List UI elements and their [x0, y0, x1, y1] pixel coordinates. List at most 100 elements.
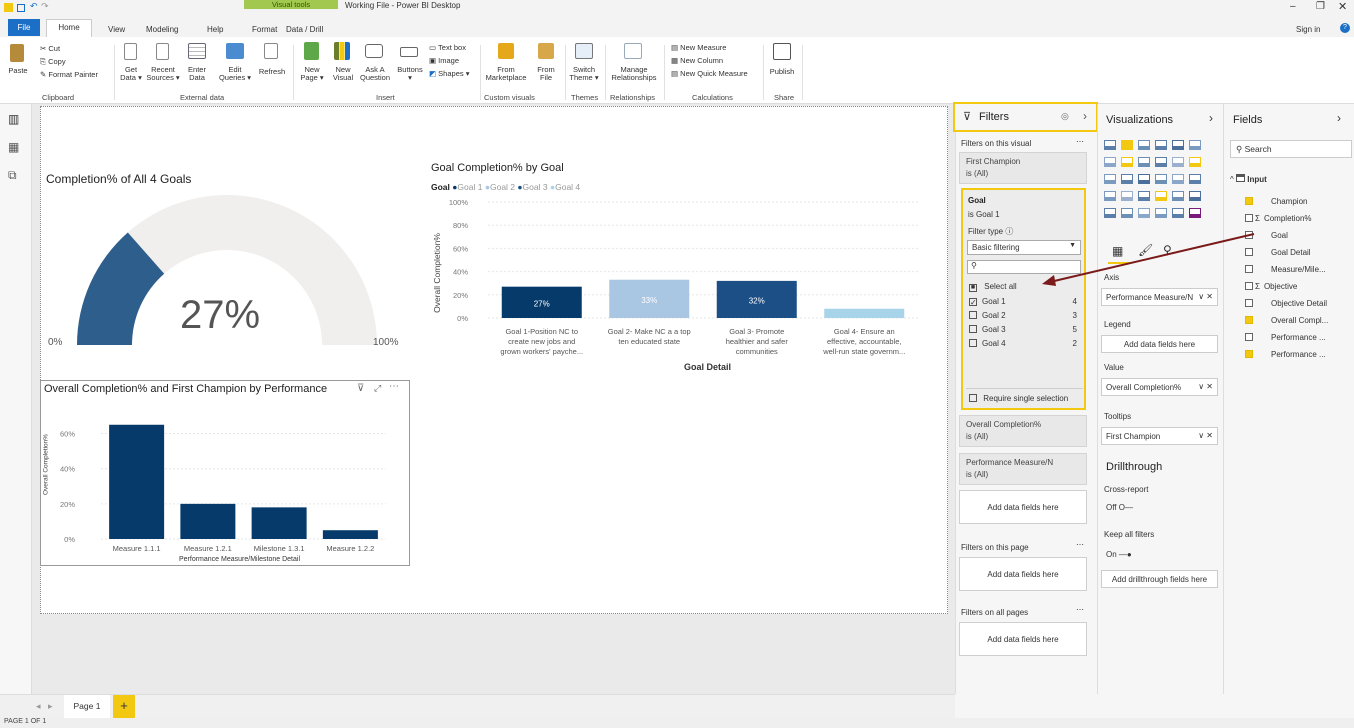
from-marketplace-button[interactable]: From Marketplace — [484, 66, 528, 82]
checkbox[interactable] — [969, 311, 977, 319]
format-painter-button[interactable]: ✎ Format Painter — [40, 71, 98, 79]
page-filter-drop-zone[interactable]: Add data fields here — [959, 557, 1087, 591]
visual-type-icon[interactable] — [1155, 174, 1167, 184]
restore-icon[interactable]: ❐ — [1316, 1, 1325, 12]
field-item[interactable]: Performance ... — [1245, 350, 1326, 359]
more-options-icon[interactable]: ⋯ — [1076, 540, 1084, 549]
filter-card-overall-completion[interactable]: Overall Completion% is (All) — [959, 415, 1087, 447]
visual-type-icon[interactable] — [1189, 157, 1201, 167]
new-column-button[interactable]: ▦ New Column — [671, 57, 723, 65]
visual-type-icon[interactable] — [1172, 140, 1184, 150]
goal-filter-item[interactable]: Goal 4 2 — [969, 339, 1081, 348]
more-options-icon[interactable]: ⋯ — [1076, 137, 1084, 146]
visual-type-icon[interactable] — [1104, 191, 1116, 201]
tab-format[interactable]: Format — [252, 25, 277, 34]
paste-button[interactable]: Paste — [4, 67, 32, 75]
text-box-button[interactable]: ▭ Text box — [429, 44, 466, 52]
checked-checkbox[interactable] — [1245, 350, 1253, 358]
model-view-icon[interactable]: ⧉ — [8, 168, 17, 183]
legend-well[interactable]: Add data fields here — [1101, 335, 1218, 353]
checked-checkbox[interactable] — [1245, 197, 1253, 205]
visual-type-icon[interactable] — [1104, 157, 1116, 167]
visual-type-icon[interactable] — [1155, 140, 1167, 150]
visual-type-icon[interactable] — [1104, 208, 1116, 218]
tab-help[interactable]: Help — [207, 25, 223, 34]
tooltips-well[interactable]: First Champion ∨ ✕ — [1101, 427, 1218, 445]
value-well[interactable]: Overall Completion% ∨ ✕ — [1101, 378, 1218, 396]
add-page-button[interactable]: + — [113, 695, 135, 718]
recent-sources-button[interactable]: Recent Sources ▾ — [146, 66, 180, 82]
get-data-button[interactable]: Get Data ▾ — [117, 66, 145, 82]
buttons-button[interactable]: Buttons ▾ — [394, 66, 426, 82]
visual-type-icon[interactable] — [1155, 191, 1167, 201]
checkbox[interactable] — [1245, 299, 1253, 307]
minimize-icon[interactable]: – — [1290, 1, 1296, 12]
visual-type-icon[interactable] — [1121, 191, 1133, 201]
visual-type-icon[interactable] — [1121, 208, 1133, 218]
visual-type-icon[interactable] — [1104, 174, 1116, 184]
chevron-down-icon[interactable]: ∨ ✕ — [1198, 431, 1213, 440]
ask-question-button[interactable]: Ask A Question — [359, 66, 391, 82]
axis-well[interactable]: Performance Measure/N ∨ ✕ — [1101, 288, 1218, 306]
checkbox[interactable] — [969, 339, 977, 347]
visual-type-icon[interactable] — [1189, 208, 1201, 218]
field-item[interactable]: Overall Compl... — [1245, 316, 1328, 325]
all-pages-filter-drop-zone[interactable]: Add data fields here — [959, 622, 1087, 656]
visual-type-icon[interactable] — [1189, 174, 1201, 184]
require-single-checkbox[interactable] — [969, 394, 977, 402]
table-input[interactable]: ^ Input — [1230, 174, 1267, 184]
data-view-icon[interactable]: ▦ — [8, 140, 19, 154]
prev-page-icon[interactable]: ◂ — [36, 701, 41, 712]
more-options-icon[interactable]: ⋯ — [1076, 605, 1084, 614]
new-measure-button[interactable]: ▤ New Measure — [671, 44, 726, 52]
goal-filter-card[interactable]: Goal is Goal 1 Filter type ⓘ Basic filte… — [961, 188, 1086, 410]
require-single-row[interactable]: Require single selection — [969, 394, 1068, 403]
sign-in-link[interactable]: Sign in — [1296, 25, 1320, 34]
tab-data-drill[interactable]: Data / Drill — [286, 25, 323, 34]
eye-icon[interactable]: ◎ — [1061, 111, 1069, 122]
next-page-icon[interactable]: ▸ — [48, 701, 53, 712]
filter-card-performance[interactable]: Performance Measure/N is (All) — [959, 453, 1087, 485]
perf-chart-visual[interactable]: Overall Completion% and First Champion b… — [40, 380, 410, 566]
save-icon[interactable] — [17, 4, 25, 12]
visual-type-icon[interactable] — [1155, 157, 1167, 167]
filter-card-first-champion[interactable]: First Champion is (All) — [959, 152, 1087, 184]
visual-type-icon[interactable] — [1121, 157, 1133, 167]
drillthrough-well[interactable]: Add drillthrough fields here — [1101, 570, 1218, 588]
goal-filter-item[interactable]: Goal 3 5 — [969, 325, 1081, 334]
field-item[interactable]: Champion — [1245, 197, 1307, 206]
new-page-button[interactable]: New Page ▾ — [298, 66, 326, 82]
field-item[interactable]: Σ Completion% — [1245, 214, 1312, 223]
select-all-checkbox[interactable]: ■ — [969, 284, 977, 292]
tab-view[interactable]: View — [108, 25, 125, 34]
report-view-icon[interactable]: ▥ — [8, 112, 19, 126]
checkbox[interactable] — [1245, 333, 1253, 341]
tab-modeling[interactable]: Modeling — [146, 25, 178, 34]
checked-checkbox[interactable] — [1245, 316, 1253, 324]
help-icon[interactable]: ? — [1340, 23, 1350, 33]
tab-home[interactable]: Home — [46, 19, 92, 38]
field-item[interactable]: Objective Detail — [1245, 299, 1327, 308]
collapse-visualizations-icon[interactable]: › — [1209, 111, 1213, 125]
visual-type-icon[interactable] — [1189, 191, 1201, 201]
image-button[interactable]: ▣ Image — [429, 57, 459, 65]
cross-report-toggle[interactable]: Off O— — [1106, 503, 1133, 512]
visual-type-icon[interactable] — [1104, 140, 1116, 150]
visual-type-icon[interactable] — [1172, 208, 1184, 218]
goal-filter-item[interactable]: Goal 2 3 — [969, 311, 1081, 320]
visual-type-icon[interactable] — [1172, 157, 1184, 167]
checkbox[interactable]: ✓ — [969, 298, 977, 307]
select-all-row[interactable]: ■ Select all — [969, 282, 1017, 292]
from-file-button[interactable]: From File — [532, 66, 560, 82]
page-tab-1[interactable]: Page 1 — [64, 695, 110, 718]
tab-file[interactable]: File — [8, 19, 40, 36]
cut-button[interactable]: ✂ Cut — [40, 45, 60, 53]
undo-icon[interactable]: ↶ — [30, 1, 38, 12]
visual-type-icon[interactable] — [1155, 208, 1167, 218]
refresh-button[interactable]: Refresh — [256, 68, 288, 76]
visual-type-icon[interactable] — [1172, 191, 1184, 201]
gauge-visual[interactable]: Completion% of All 4 Goals 27% 0% 100% — [42, 165, 412, 355]
new-quick-measure-button[interactable]: ▤ New Quick Measure — [671, 70, 748, 78]
field-item[interactable]: Performance ... — [1245, 333, 1326, 342]
visual-type-icon[interactable] — [1138, 157, 1150, 167]
